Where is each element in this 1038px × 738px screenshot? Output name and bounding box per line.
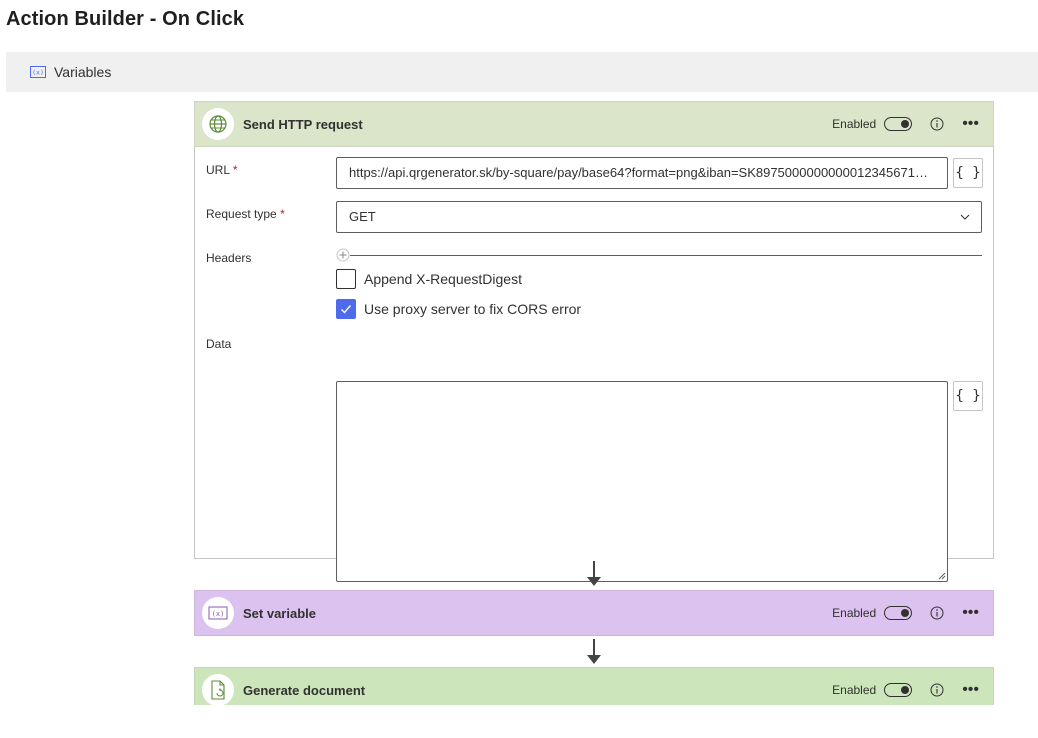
- url-label: URL *: [206, 163, 238, 177]
- action-card-set-variable: (x) Set variable Enabled •••: [194, 590, 994, 636]
- action-header[interactable]: Send HTTP request Enabled •••: [194, 101, 994, 147]
- document-icon: [202, 674, 234, 705]
- action-body: URL * https://api.qrgenerator.sk/by-squa…: [194, 147, 994, 582]
- append-digest-label: Append X-RequestDigest: [364, 271, 522, 287]
- globe-icon: [202, 108, 234, 140]
- enabled-toggle[interactable]: [884, 117, 913, 131]
- svg-text:(x): (x): [212, 610, 225, 618]
- action-title: Send HTTP request: [243, 116, 363, 132]
- request-type-label: Request type *: [206, 207, 285, 221]
- variable-icon: (x): [30, 66, 46, 78]
- add-header-icon[interactable]: [336, 248, 350, 262]
- arrow-down-icon: [587, 639, 601, 664]
- action-title: Generate document: [243, 682, 366, 698]
- use-proxy-label: Use proxy server to fix CORS error: [364, 301, 582, 317]
- append-digest-checkbox-row[interactable]: Append X-RequestDigest: [336, 269, 522, 289]
- action-header[interactable]: Generate document Enabled •••: [194, 667, 994, 705]
- url-input[interactable]: https://api.qrgenerator.sk/by-square/pay…: [336, 157, 948, 189]
- variables-label: Variables: [54, 64, 112, 80]
- headers-editor: [336, 248, 982, 262]
- checkmark-icon: [341, 305, 352, 314]
- action-header[interactable]: (x) Set variable Enabled •••: [194, 590, 994, 636]
- enabled-label: Enabled: [832, 683, 877, 697]
- info-icon[interactable]: [930, 683, 944, 697]
- enabled-label: Enabled: [832, 117, 877, 131]
- action-title: Set variable: [243, 605, 316, 621]
- headers-label: Headers: [206, 251, 252, 265]
- variable-icon: (x): [202, 597, 234, 629]
- url-dynamic-content-button[interactable]: { }: [953, 158, 983, 188]
- variables-bar[interactable]: (x) Variables: [6, 52, 1038, 92]
- request-type-value: GET: [349, 209, 376, 224]
- enabled-label: Enabled: [832, 606, 877, 620]
- request-type-select[interactable]: GET: [336, 201, 982, 233]
- more-options-icon[interactable]: •••: [962, 116, 979, 132]
- info-icon[interactable]: [930, 117, 944, 131]
- page-title: Action Builder - On Click: [6, 8, 245, 30]
- data-dynamic-content-button[interactable]: { }: [953, 381, 983, 411]
- enabled-toggle[interactable]: [884, 683, 913, 697]
- arrow-down-icon: [587, 561, 601, 586]
- chevron-down-icon: [960, 214, 970, 220]
- info-icon[interactable]: [930, 606, 944, 620]
- resize-grip-icon[interactable]: [937, 571, 946, 580]
- svg-text:(x): (x): [32, 69, 44, 77]
- action-card-generate-document: Generate document Enabled •••: [194, 667, 994, 705]
- append-digest-checkbox[interactable]: [336, 269, 356, 289]
- use-proxy-checkbox-row[interactable]: Use proxy server to fix CORS error: [336, 299, 581, 319]
- more-options-icon[interactable]: •••: [962, 682, 979, 698]
- action-card-send-http-request: Send HTTP request Enabled ••• URL * http…: [194, 101, 994, 582]
- more-options-icon[interactable]: •••: [962, 605, 979, 621]
- enabled-toggle[interactable]: [884, 606, 913, 620]
- use-proxy-checkbox[interactable]: [336, 299, 356, 319]
- data-label: Data: [206, 337, 232, 351]
- data-textarea[interactable]: [336, 381, 948, 582]
